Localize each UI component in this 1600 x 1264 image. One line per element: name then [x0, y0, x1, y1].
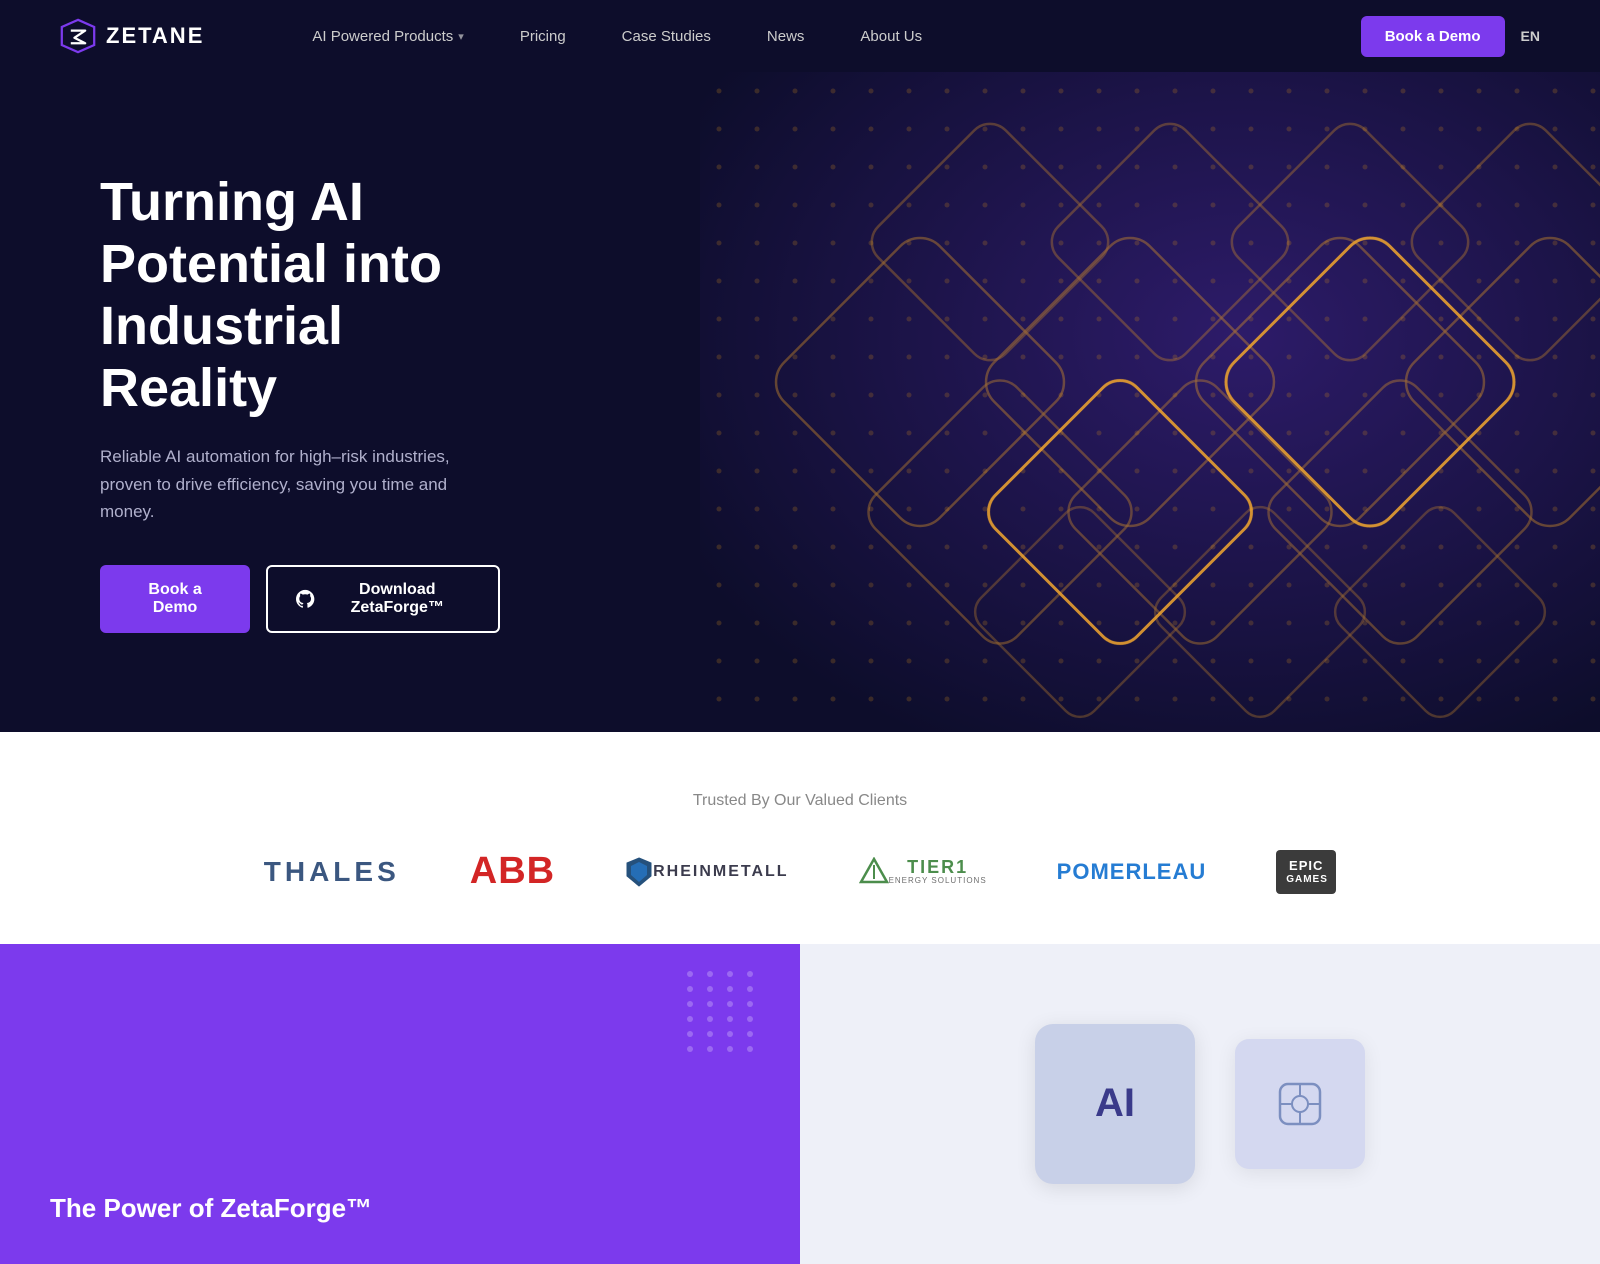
pomerleau-logo: POMERLEAU: [1057, 859, 1207, 885]
clients-logos: THALES ABB RHEINMETALL TIER1 ENERGY SOLU…: [100, 850, 1500, 894]
hero-content: Turning AI Potential into Industrial Rea…: [0, 171, 600, 633]
nav-item-news[interactable]: News: [739, 0, 833, 72]
dots-decoration: [680, 964, 760, 1064]
nav-book-demo-button[interactable]: Book a Demo: [1361, 16, 1505, 57]
ai-card-main: AI: [1035, 1024, 1195, 1184]
clients-section: Trusted By Our Valued Clients THALES ABB…: [0, 732, 1600, 944]
nav-item-ai-products[interactable]: AI Powered Products ▾: [284, 0, 491, 72]
clients-label: Trusted By Our Valued Clients: [100, 792, 1500, 810]
nav-links: AI Powered Products ▾ Pricing Case Studi…: [284, 0, 1360, 72]
language-selector[interactable]: EN: [1521, 28, 1540, 44]
hero-download-button[interactable]: Download ZetaForge™: [266, 565, 500, 633]
bottom-section: The Power of ZetaForge™ AI: [0, 944, 1600, 1264]
bottom-left-title: The Power of ZetaForge™: [50, 1193, 750, 1224]
ai-illustration-icon: [1270, 1074, 1330, 1134]
tier1-logo: TIER1 ENERGY SOLUTIONS: [859, 857, 987, 887]
rheinmetall-logo: RHEINMETALL: [625, 856, 788, 888]
hero-title: Turning AI Potential into Industrial Rea…: [100, 171, 500, 419]
nav-item-case-studies[interactable]: Case Studies: [594, 0, 739, 72]
hero-subtitle: Reliable AI automation for high–risk ind…: [100, 443, 500, 525]
ai-card-secondary: [1235, 1039, 1365, 1169]
bottom-left-panel: The Power of ZetaForge™: [0, 944, 800, 1264]
epic-games-logo: EPIC GAMES: [1276, 850, 1336, 894]
github-icon: [296, 588, 314, 610]
tier1-icon: [859, 857, 889, 887]
hero-section: // dots rendered via SVG pattern: [0, 72, 1600, 732]
logo-link[interactable]: ZETANE: [60, 18, 204, 54]
hero-background: // dots rendered via SVG pattern: [700, 72, 1600, 732]
bottom-right-panel: AI: [800, 944, 1600, 1264]
rheinmetall-icon: [625, 856, 653, 888]
navbar: ZETANE AI Powered Products ▾ Pricing Cas…: [0, 0, 1600, 72]
nav-item-pricing[interactable]: Pricing: [492, 0, 594, 72]
nav-right: Book a Demo EN: [1361, 16, 1540, 57]
chevron-down-icon: ▾: [458, 30, 464, 43]
nav-item-about-us[interactable]: About Us: [832, 0, 950, 72]
abb-logo: ABB: [470, 850, 555, 893]
hero-book-demo-button[interactable]: Book a Demo: [100, 565, 250, 633]
logo-icon: [60, 18, 96, 54]
brand-name: ZETANE: [106, 23, 204, 49]
hero-buttons: Book a Demo Download ZetaForge™: [100, 565, 500, 633]
thales-logo: THALES: [264, 856, 400, 888]
